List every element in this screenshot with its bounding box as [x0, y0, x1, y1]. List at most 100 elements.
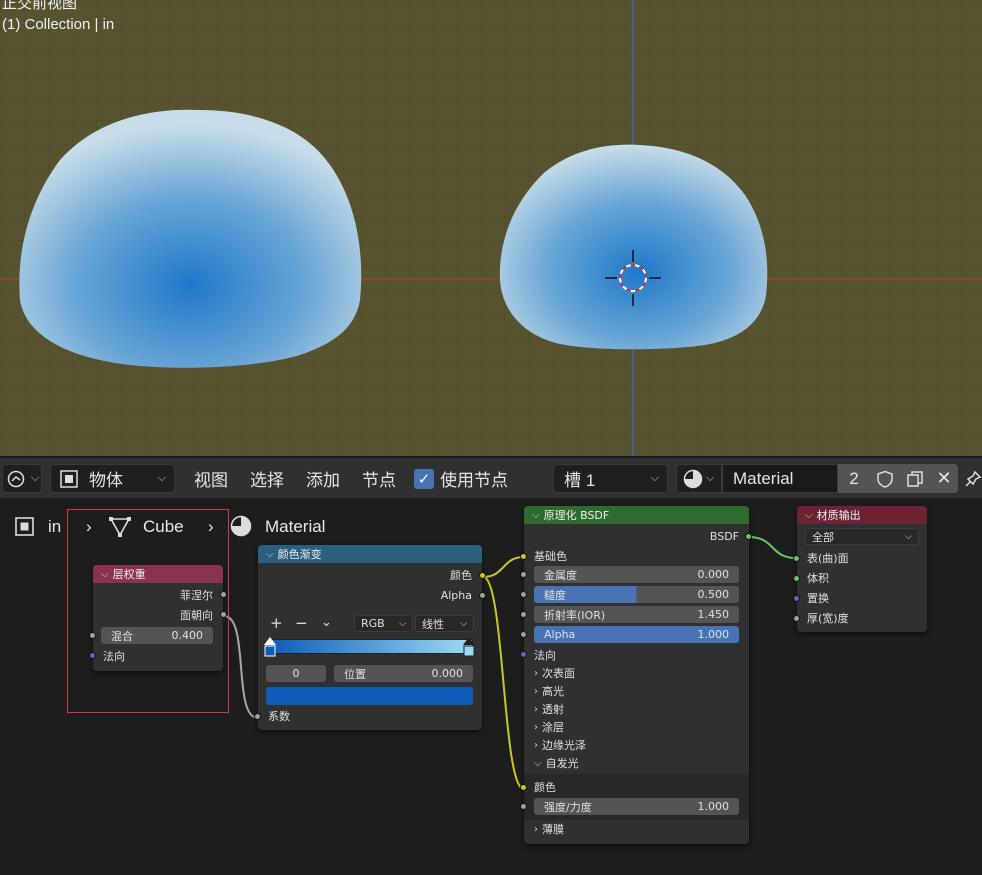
editor-type-dropdown[interactable]: ⌵: [2, 464, 42, 493]
panel-emission[interactable]: ⌵ 自发光: [524, 754, 749, 772]
principled-header[interactable]: ⌵ 原理化 BSDF: [524, 506, 749, 524]
panel-label: 高光: [542, 685, 564, 698]
principled-bsdf-node[interactable]: ⌵ 原理化 BSDF BSDF 基础色 金属度 0.000 糙度 0.500 折…: [520, 506, 752, 844]
chevron-down-icon: ⌵: [157, 472, 166, 484]
viewport-title: 正交前视图: [2, 0, 78, 12]
remove-stop-button[interactable]: −: [295, 614, 308, 632]
material-browse-button[interactable]: ⌵: [676, 464, 722, 493]
stop-position-field[interactable]: 位置 0.000: [334, 665, 473, 682]
socket-blend[interactable]: [89, 632, 96, 639]
field-label: 混合: [111, 629, 133, 643]
node-title: 材质输出: [816, 509, 861, 522]
socket-emission-color[interactable]: [520, 784, 527, 791]
socket-bsdf[interactable]: [745, 533, 752, 540]
chevron-down-icon[interactable]: ⌵: [266, 549, 274, 560]
socket-alpha[interactable]: [479, 592, 486, 599]
ramp-stop-right[interactable]: [463, 637, 475, 659]
menu-node[interactable]: 节点: [362, 466, 396, 491]
socket-color[interactable]: [479, 572, 486, 579]
fake-user-button[interactable]: [870, 464, 900, 493]
chevron-down-icon[interactable]: ⌵: [805, 510, 813, 521]
socket-roughness[interactable]: [520, 591, 527, 598]
socket-normal[interactable]: [520, 651, 527, 658]
color-ramp-header[interactable]: ⌵ 颜色渐变: [258, 545, 482, 563]
object-icon: [15, 517, 34, 536]
interpolation-select[interactable]: 线性 ⌵: [415, 615, 474, 632]
node-editor-canvas[interactable]: in › Cube › Material ⌵ 层权重 菲涅尔 面朝向 混合 0.…: [0, 498, 982, 875]
socket-normal[interactable]: [89, 652, 96, 659]
output-target-select[interactable]: 全部 ⌵: [805, 528, 919, 545]
color-ramp-node[interactable]: ⌵ 颜色渐变 颜色 Alpha + − ⌄ RGB ⌵ 线性 ⌵ 0 位置 0.…: [254, 545, 486, 730]
layer-weight-node[interactable]: ⌵ 层权重 菲涅尔 面朝向 混合 0.400 法向: [89, 565, 227, 671]
field-value: 1.000: [697, 800, 730, 813]
link-facing-to-fac: [223, 615, 259, 719]
material-output-header[interactable]: ⌵ 材质输出: [797, 506, 927, 524]
ramp-stop-left[interactable]: [264, 637, 276, 659]
ramp-menu-button[interactable]: ⌄: [321, 615, 332, 630]
panel-subsurface[interactable]: › 次表面: [524, 664, 749, 682]
blend-field[interactable]: 混合 0.400: [101, 627, 213, 644]
socket-metallic[interactable]: [520, 571, 527, 578]
color-ramp-gradient[interactable]: [268, 639, 473, 654]
pin-button[interactable]: [964, 464, 982, 493]
menu-select[interactable]: 选择: [250, 466, 284, 491]
panel-specular[interactable]: › 高光: [524, 682, 749, 700]
material-output-node[interactable]: ⌵ 材质输出 全部 ⌵ 表(曲)面 体积 置换 厚(宽)度: [793, 506, 927, 632]
unlink-material-button[interactable]: ✕: [930, 464, 958, 493]
object-mode-dropdown[interactable]: 物体 ⌵: [50, 464, 175, 493]
duplicate-material-button[interactable]: [900, 464, 930, 493]
output-alpha: Alpha: [258, 586, 482, 604]
ior-field[interactable]: 折射率(IOR) 1.450: [534, 606, 739, 623]
panel-thin-film[interactable]: › 薄膜: [524, 820, 749, 838]
add-stop-button[interactable]: +: [270, 614, 283, 632]
menu-add[interactable]: 添加: [306, 466, 340, 491]
select-value: RGB: [361, 617, 385, 630]
socket-displacement[interactable]: [793, 595, 800, 602]
link-color-to-emission: [482, 576, 525, 790]
socket-base-color[interactable]: [520, 553, 527, 560]
active-stop-index[interactable]: 0: [266, 665, 326, 682]
3d-viewport[interactable]: 正交前视图 (1) Collection | in: [0, 0, 982, 456]
socket-label: 颜色: [450, 569, 472, 582]
use-nodes-toggle[interactable]: ✓ 使用节点: [414, 464, 508, 493]
socket-fac[interactable]: [254, 713, 261, 720]
material-name-field[interactable]: Material: [722, 464, 838, 493]
chevron-down-icon: ⌵: [534, 757, 542, 769]
field-label: 金属度: [544, 568, 577, 582]
socket-fresnel[interactable]: [220, 591, 227, 598]
socket-facing[interactable]: [220, 611, 227, 618]
socket-alpha[interactable]: [520, 631, 527, 638]
menu-view[interactable]: 视图: [194, 466, 228, 491]
chevron-down-icon[interactable]: ⌵: [532, 510, 540, 521]
field-value: 1.450: [697, 608, 730, 621]
panel-coat[interactable]: › 涂层: [524, 718, 749, 736]
metallic-field[interactable]: 金属度 0.000: [534, 566, 739, 583]
panel-sheen[interactable]: › 边缘光泽: [524, 736, 749, 754]
socket-label: 菲涅尔: [180, 589, 213, 602]
socket-label: 颜色: [534, 781, 556, 794]
slot-dropdown[interactable]: 槽 1 ⌵: [553, 464, 668, 493]
color-mode-select[interactable]: RGB ⌵: [354, 615, 413, 632]
output-bsdf: BSDF: [524, 527, 749, 545]
socket-emission-strength[interactable]: [520, 803, 527, 810]
socket-volume[interactable]: [793, 575, 800, 582]
emission-strength-field[interactable]: 强度/力度 1.000: [534, 798, 739, 815]
user-count-button[interactable]: 2: [838, 464, 870, 493]
object-icon: [60, 469, 78, 488]
chevron-down-icon: ⌵: [706, 472, 715, 484]
socket-ior[interactable]: [520, 611, 527, 618]
output-fresnel: 菲涅尔: [93, 586, 223, 604]
socket-label: 基础色: [534, 550, 567, 563]
node-title: 原理化 BSDF: [543, 509, 610, 522]
socket-surface[interactable]: [793, 555, 800, 562]
checkbox-checked-icon[interactable]: ✓: [414, 468, 434, 489]
socket-thickness[interactable]: [793, 615, 800, 622]
layer-weight-header[interactable]: ⌵ 层权重: [93, 565, 223, 583]
alpha-field[interactable]: Alpha 1.000: [534, 626, 739, 643]
panel-transmission[interactable]: › 透射: [524, 700, 749, 718]
stop-color-swatch[interactable]: [266, 687, 473, 705]
roughness-field[interactable]: 糙度 0.500: [534, 586, 739, 603]
socket-label: 厚(宽)度: [807, 612, 849, 625]
socket-label: 法向: [103, 650, 125, 663]
chevron-down-icon[interactable]: ⌵: [101, 569, 109, 580]
